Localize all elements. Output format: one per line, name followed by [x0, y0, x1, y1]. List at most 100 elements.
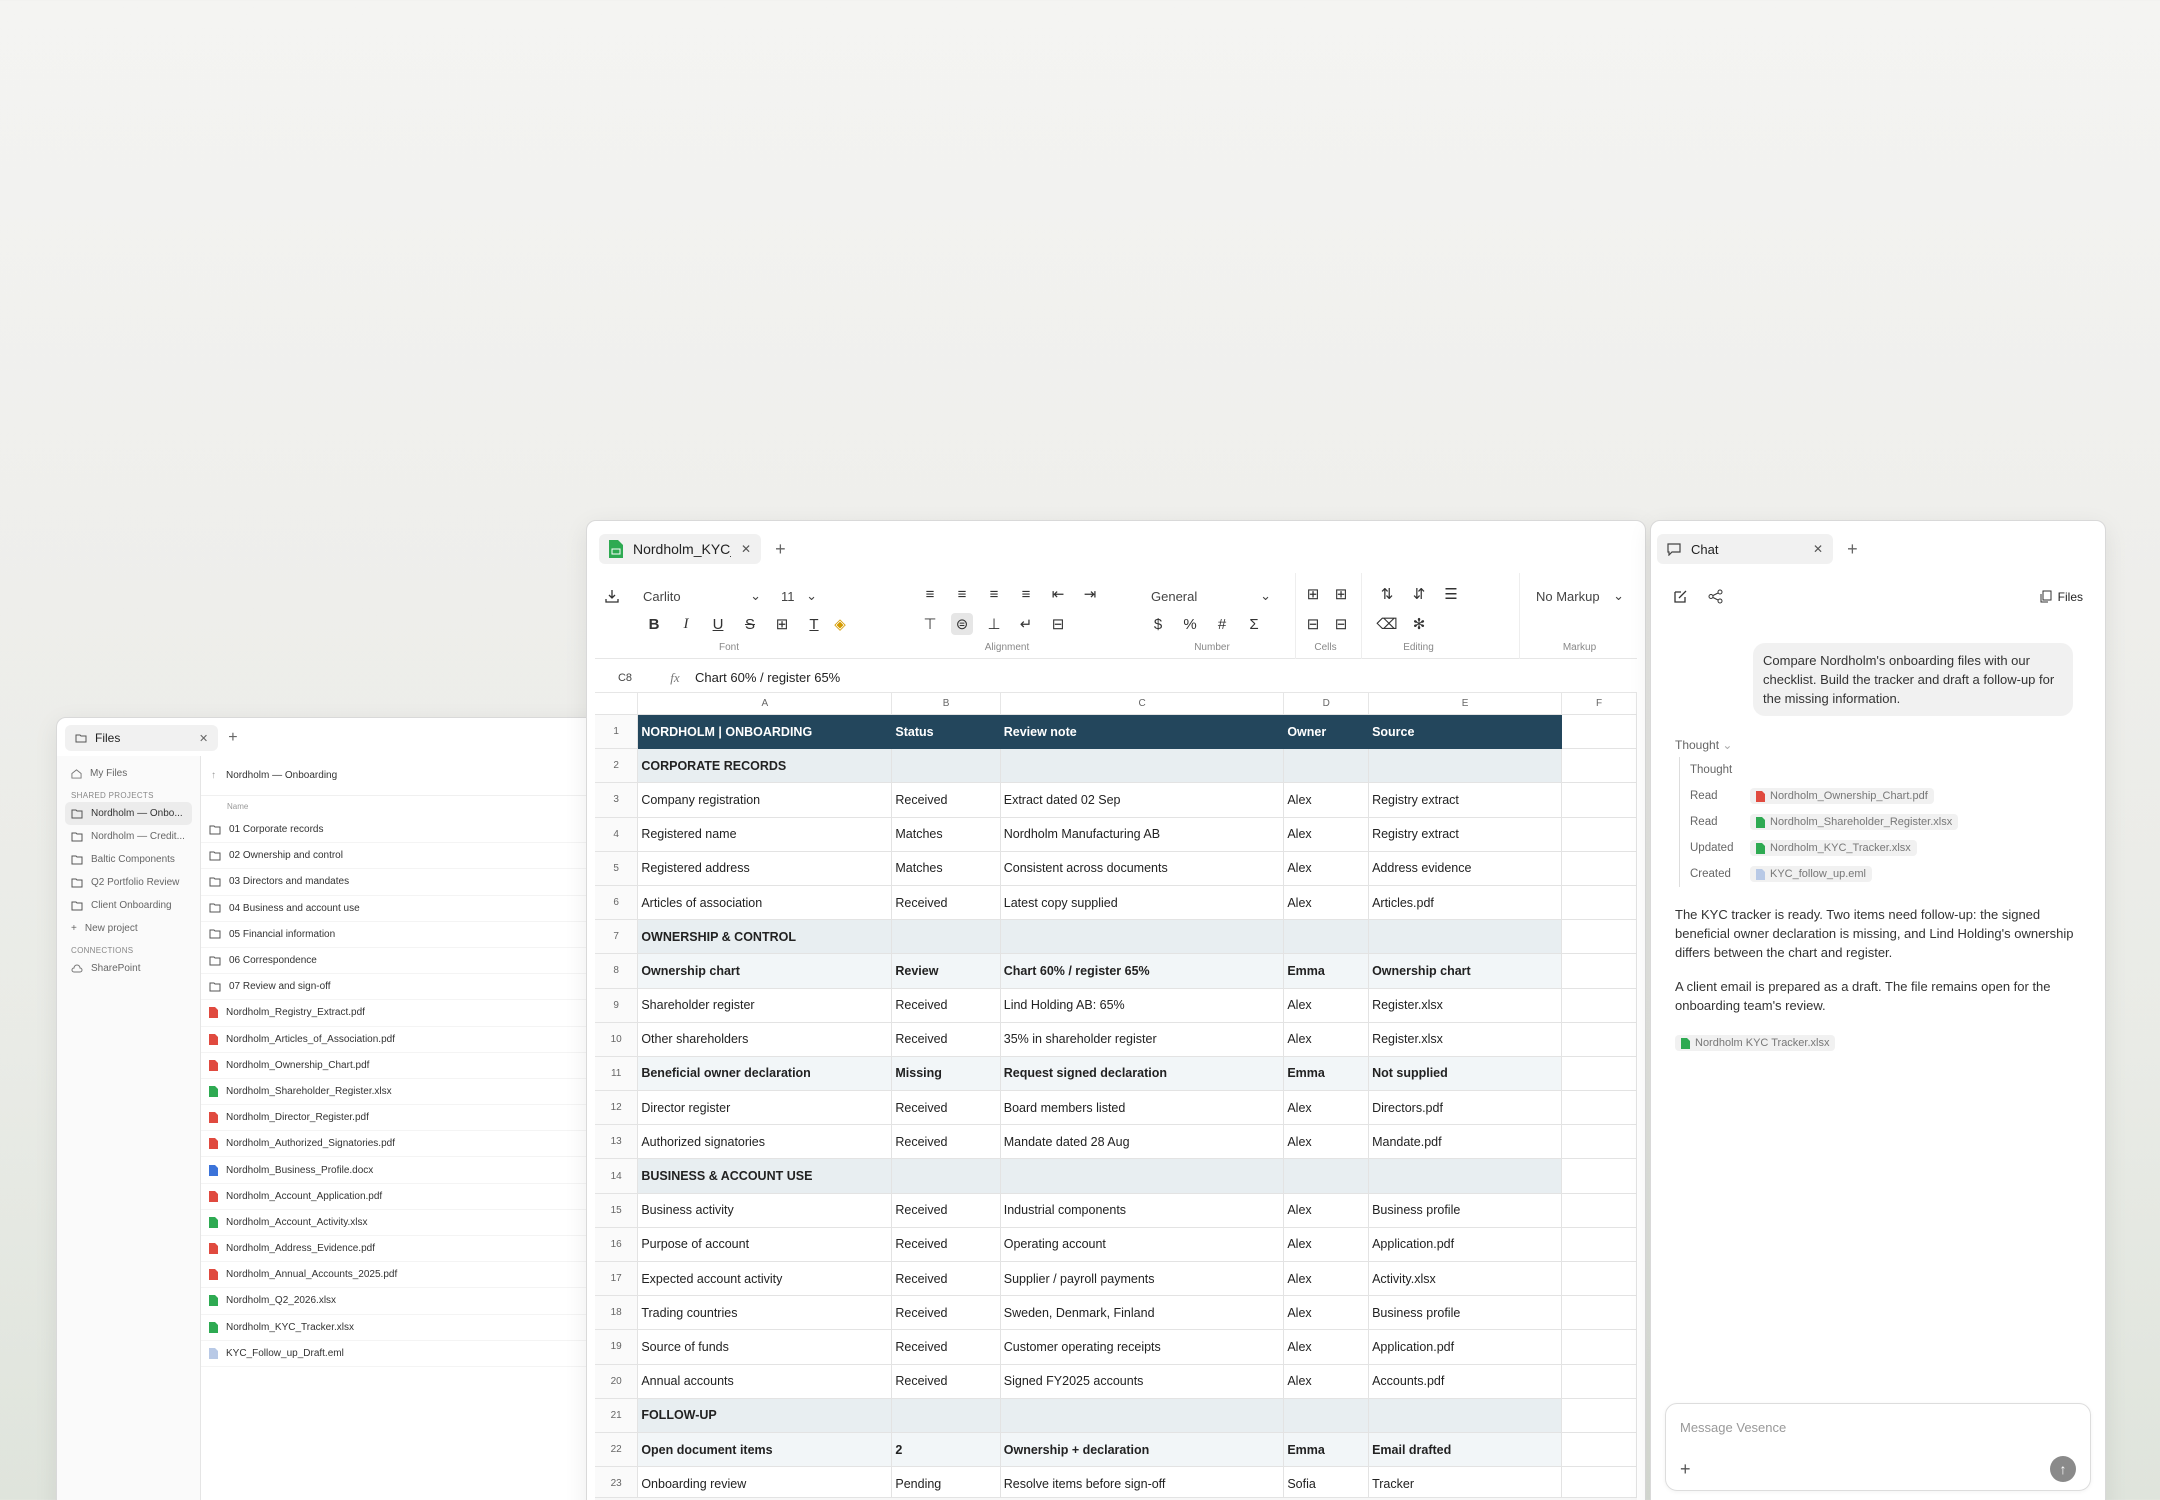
cell[interactable] — [1369, 920, 1563, 955]
cell[interactable]: Signed FY2025 accounts — [1000, 1364, 1285, 1399]
cell[interactable] — [1562, 1125, 1637, 1160]
align-left-icon[interactable]: ≡ — [919, 583, 941, 605]
file-row[interactable]: Nordholm_Q2_2026.xlsx — [201, 1288, 615, 1315]
row-number[interactable]: 20 — [595, 1364, 639, 1399]
cell[interactable] — [1562, 715, 1637, 750]
file-row[interactable]: Nordholm_Shareholder_Register.xlsx — [201, 1079, 615, 1106]
row-number[interactable]: 14 — [595, 1159, 639, 1194]
column-header[interactable]: E — [1369, 693, 1563, 714]
folder-row[interactable]: 05 Financial information — [201, 922, 615, 948]
cell[interactable]: Alex — [1284, 1364, 1370, 1399]
download-icon[interactable] — [601, 585, 623, 607]
row-number[interactable]: 22 — [595, 1432, 639, 1468]
cell[interactable]: Owner — [1284, 715, 1370, 750]
row-number[interactable]: 3 — [595, 783, 639, 818]
cell[interactable]: Registered address — [638, 851, 893, 886]
file-row[interactable]: Nordholm_Annual_Accounts_2025.pdf — [201, 1262, 615, 1289]
bold-icon[interactable]: B — [643, 613, 665, 635]
column-header[interactable]: C — [1001, 693, 1285, 714]
cell[interactable]: Received — [892, 1022, 1001, 1057]
file-row[interactable]: Nordholm_Articles_of_Association.pdf — [201, 1027, 615, 1053]
cell[interactable]: Sweden, Denmark, Finland — [1000, 1296, 1285, 1331]
sidebar-item-my-files[interactable]: My Files — [65, 762, 192, 785]
cell[interactable]: Matches — [892, 851, 1001, 886]
cell[interactable]: Accounts.pdf — [1369, 1364, 1563, 1399]
cell[interactable]: Registry extract — [1369, 783, 1563, 818]
folder-row[interactable]: 01 Corporate records — [201, 817, 615, 844]
cell[interactable] — [892, 1159, 1001, 1194]
cell[interactable]: Ownership chart — [1369, 954, 1563, 989]
cell[interactable] — [1562, 1262, 1637, 1297]
cell[interactable]: 35% in shareholder register — [1000, 1022, 1285, 1057]
close-icon[interactable]: ✕ — [199, 732, 208, 745]
cell[interactable] — [1369, 1398, 1563, 1433]
file-row[interactable]: Nordholm_KYC_Tracker.xlsx — [201, 1315, 615, 1341]
justify-icon[interactable]: ≡ — [1015, 583, 1037, 605]
cell[interactable] — [1284, 1398, 1370, 1433]
cell[interactable] — [1000, 1398, 1285, 1433]
cell[interactable]: Application.pdf — [1369, 1227, 1563, 1262]
folder-row[interactable]: 07 Review and sign-off — [201, 974, 615, 1001]
cell[interactable]: Shareholder register — [638, 988, 893, 1023]
cell[interactable]: Alex — [1284, 1193, 1370, 1228]
add-tab-icon[interactable]: + — [775, 539, 786, 560]
cell[interactable]: Open document items — [638, 1432, 893, 1468]
cell[interactable] — [1562, 1022, 1637, 1057]
cell[interactable] — [892, 749, 1001, 784]
cell[interactable]: NORDHOLM | ONBOARDING — [638, 715, 893, 750]
cell[interactable]: Authorized signatories — [638, 1125, 893, 1160]
cell[interactable]: Alex — [1284, 817, 1370, 852]
cell[interactable] — [1000, 749, 1285, 784]
thought-toggle[interactable]: Thought ⌄ — [1675, 738, 1732, 752]
align-middle-icon[interactable]: ⊜ — [951, 613, 973, 635]
folder-row[interactable]: 06 Correspondence — [201, 948, 615, 975]
wrap-text-icon[interactable]: ↵ — [1015, 613, 1037, 635]
cell[interactable]: Company registration — [638, 783, 893, 818]
cell[interactable] — [1562, 783, 1637, 818]
add-tab-icon[interactable]: + — [1847, 539, 1858, 560]
sidebar-project-item[interactable]: Baltic Components — [65, 848, 192, 871]
folder-row[interactable]: 04 Business and account use — [201, 896, 615, 922]
cell[interactable]: Mandate.pdf — [1369, 1125, 1563, 1160]
cell[interactable]: 2 — [892, 1432, 1001, 1468]
cell[interactable] — [1562, 817, 1637, 852]
eraser-icon[interactable]: ⌫ — [1376, 613, 1398, 635]
cell[interactable]: Board members listed — [1000, 1091, 1285, 1126]
cell[interactable]: Application.pdf — [1369, 1330, 1563, 1365]
text-color-icon[interactable]: T — [803, 613, 825, 635]
cell[interactable]: Received — [892, 885, 1001, 921]
cell[interactable]: Lind Holding AB: 65% — [1000, 988, 1285, 1023]
add-tab-icon[interactable]: + — [228, 729, 237, 747]
cell[interactable] — [1369, 749, 1563, 784]
cell[interactable]: Tracker — [1369, 1467, 1563, 1500]
cell[interactable]: Alex — [1284, 1296, 1370, 1331]
sidebar-project-item[interactable]: Nordholm — Onbo... — [65, 802, 192, 825]
cell[interactable]: Consistent across documents — [1000, 851, 1285, 886]
cell[interactable] — [1369, 1159, 1563, 1194]
cell[interactable]: Status — [892, 715, 1001, 750]
cell[interactable]: Emma — [1284, 1432, 1370, 1468]
column-header[interactable]: D — [1284, 693, 1370, 714]
row-number[interactable]: 9 — [595, 988, 639, 1023]
cell[interactable]: Received — [892, 1227, 1001, 1262]
cell[interactable]: Received — [892, 783, 1001, 818]
cell[interactable] — [1284, 1159, 1370, 1194]
insert-column-icon[interactable]: ⊞ — [1330, 583, 1352, 605]
cell[interactable] — [1562, 1330, 1637, 1365]
sort-descending-icon[interactable]: ⇵ — [1408, 583, 1430, 605]
sort-ascending-icon[interactable]: ⇅ — [1376, 583, 1398, 605]
cell[interactable]: Director register — [638, 1091, 893, 1126]
cell[interactable]: Latest copy supplied — [1000, 885, 1285, 921]
sum-icon[interactable]: Σ — [1243, 613, 1265, 635]
row-number[interactable]: 17 — [595, 1262, 639, 1297]
step-file-chip[interactable]: Nordholm_KYC_Tracker.xlsx — [1750, 840, 1917, 856]
sidebar-project-item[interactable]: Client Onboarding — [65, 894, 192, 917]
cell[interactable] — [1562, 1296, 1637, 1331]
send-button[interactable]: ↑ — [2050, 1456, 2076, 1482]
step-file-chip[interactable]: KYC_follow_up.eml — [1750, 866, 1872, 882]
cell[interactable]: Register.xlsx — [1369, 988, 1563, 1023]
folder-row[interactable]: 03 Directors and mandates — [201, 869, 615, 896]
cell[interactable]: Articles.pdf — [1369, 885, 1563, 921]
folder-row[interactable]: 02 Ownership and control — [201, 843, 615, 870]
cell[interactable] — [1562, 954, 1637, 989]
